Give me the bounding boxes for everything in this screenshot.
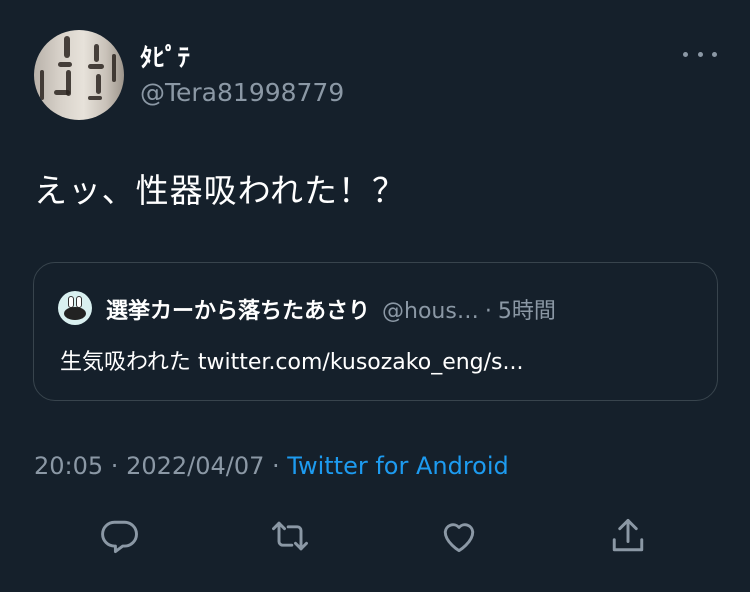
- tweet-detail: ﾀﾋﾟﾃ @Tera81998779 えッ、性器吸われた！？ 選挙カーから落ちた…: [0, 0, 750, 592]
- tweet-text: えッ、性器吸われた！？: [34, 171, 407, 210]
- avatar[interactable]: [34, 30, 124, 120]
- quoted-avatar: [58, 291, 92, 325]
- tweet-time: 20:05: [34, 452, 104, 480]
- tweet-metadata: 20:05 · 2022/04/07 · Twitter for Android: [34, 452, 509, 480]
- quoted-tweet-header: 選挙カーから落ちたあさり @hous… · 5時間: [106, 293, 696, 325]
- quoted-handle: @hous…: [382, 299, 479, 324]
- more-icon[interactable]: [683, 44, 717, 64]
- retweet-icon[interactable]: [268, 514, 312, 558]
- user-handle[interactable]: @Tera81998779: [140, 78, 344, 107]
- reply-icon[interactable]: [98, 514, 142, 558]
- heart-icon[interactable]: [437, 514, 481, 558]
- tweet-date: 2022/04/07: [126, 452, 265, 480]
- quoted-display-name: 選挙カーから落ちたあさり: [106, 299, 371, 324]
- quoted-timestamp: 5時間: [497, 299, 556, 324]
- meta-separator: ·: [103, 452, 127, 480]
- quoted-tweet-text: 生気吸われた twitter.com/kusozako_eng/s...: [60, 350, 524, 375]
- tweet-source-link[interactable]: Twitter for Android: [287, 452, 508, 480]
- display-name[interactable]: ﾀﾋﾟﾃ: [140, 38, 190, 74]
- meta-separator: ·: [264, 452, 288, 480]
- share-icon[interactable]: [606, 514, 650, 558]
- action-bar: [0, 510, 750, 562]
- quoted-separator: ·: [484, 299, 492, 324]
- quoted-tweet-card[interactable]: 選挙カーから落ちたあさり @hous… · 5時間 生気吸われた twitter…: [33, 262, 718, 401]
